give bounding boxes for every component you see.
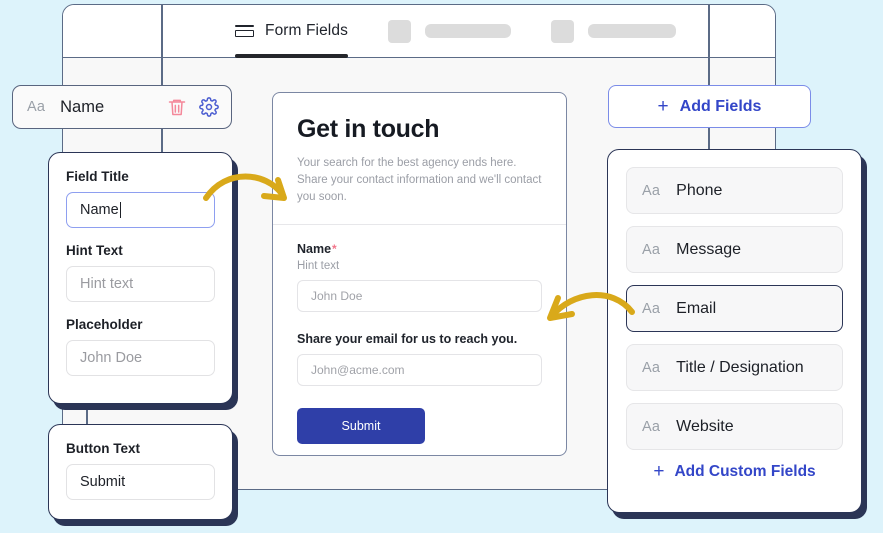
tab-active-underline bbox=[235, 54, 348, 58]
field-settings-panel: Field Title Name Hint Text Hint text Pla… bbox=[48, 152, 233, 404]
preview-email-label: Share your email for us to reach you. bbox=[297, 332, 518, 346]
button-text-input[interactable]: Submit bbox=[66, 464, 215, 500]
connector-line-addfields-top bbox=[708, 4, 710, 86]
field-option-message[interactable]: Aa Message bbox=[626, 226, 843, 273]
tab-placeholder-icon bbox=[550, 19, 574, 43]
tab-placeholder-1[interactable] bbox=[387, 5, 511, 57]
tab-placeholder-icon bbox=[387, 19, 411, 43]
preview-email-input[interactable]: John@acme.com bbox=[297, 354, 542, 386]
text-type-icon: Aa bbox=[642, 182, 661, 199]
text-type-icon: Aa bbox=[642, 300, 661, 317]
tab-placeholder-label bbox=[587, 24, 676, 38]
button-text-panel: Button Text Submit bbox=[48, 424, 233, 520]
field-title-value: Name bbox=[80, 202, 119, 218]
tab-form-fields[interactable]: Form Fields bbox=[235, 5, 348, 58]
form-description: Your search for the best agency ends her… bbox=[297, 157, 542, 203]
submit-button[interactable]: Submit bbox=[297, 408, 425, 444]
text-type-icon: Aa bbox=[642, 241, 661, 258]
form-title: Get in touch bbox=[297, 115, 440, 143]
text-type-icon: Aa bbox=[642, 359, 661, 376]
hint-text-label: Hint Text bbox=[66, 243, 123, 258]
field-option-title-designation[interactable]: Aa Title / Designation bbox=[626, 344, 843, 391]
add-fields-button[interactable]: + Add Fields bbox=[608, 85, 811, 128]
field-title-input[interactable]: Name bbox=[66, 192, 215, 228]
placeholder-placeholder: John Doe bbox=[80, 350, 143, 366]
form-field-chip-name[interactable]: Aa Name bbox=[12, 85, 232, 129]
preview-name-label: Name* bbox=[297, 242, 542, 256]
preview-name-placeholder: John Doe bbox=[311, 289, 363, 303]
required-asterisk: * bbox=[332, 242, 337, 256]
tab-placeholder-label bbox=[424, 24, 511, 38]
tab-form-fields-label: Form Fields bbox=[265, 22, 348, 39]
tab-placeholder-2[interactable] bbox=[550, 5, 676, 57]
hint-text-placeholder: Hint text bbox=[80, 276, 134, 292]
connector-line-chip-top bbox=[161, 4, 163, 88]
field-option-label: Phone bbox=[676, 181, 723, 199]
field-option-label: Title / Designation bbox=[676, 358, 804, 376]
field-title-label: Field Title bbox=[66, 169, 129, 184]
add-custom-fields-label: Add Custom Fields bbox=[674, 462, 816, 480]
gear-icon[interactable] bbox=[199, 97, 219, 117]
field-option-email[interactable]: Aa Email bbox=[626, 285, 843, 332]
placeholder-label: Placeholder bbox=[66, 317, 143, 332]
add-fields-label: Add Fields bbox=[679, 97, 762, 115]
preview-name-hint: Hint text bbox=[297, 260, 340, 272]
screenshot-root: Form Fields Aa Name Field Title Name Hin… bbox=[0, 0, 883, 533]
preview-email-placeholder: John@acme.com bbox=[311, 363, 405, 377]
field-option-label: Message bbox=[676, 240, 742, 258]
field-option-phone[interactable]: Aa Phone bbox=[626, 167, 843, 214]
tab-bar: Form Fields bbox=[235, 5, 676, 58]
field-option-label: Website bbox=[676, 417, 734, 435]
available-fields-panel: Aa Phone Aa Message Aa Email Aa Title / … bbox=[607, 149, 862, 513]
trash-icon[interactable] bbox=[167, 97, 187, 117]
plus-icon: + bbox=[653, 461, 665, 482]
text-type-icon: Aa bbox=[642, 418, 661, 435]
hint-text-input[interactable]: Hint text bbox=[66, 266, 215, 302]
connector-line-settings-button bbox=[86, 404, 88, 426]
connector-line-addfields-panel bbox=[708, 126, 710, 151]
form-field-chip-label: Name bbox=[60, 97, 105, 116]
field-option-website[interactable]: Aa Website bbox=[626, 403, 843, 450]
text-type-icon: Aa bbox=[27, 99, 46, 115]
field-option-label: Email bbox=[676, 299, 717, 317]
form-preview-body: Name* Hint text John Doe Share your emai… bbox=[273, 225, 566, 444]
plus-icon: + bbox=[657, 96, 669, 117]
form-icon bbox=[235, 23, 254, 39]
app-topbar: Form Fields bbox=[63, 5, 775, 58]
preview-name-input[interactable]: John Doe bbox=[297, 280, 542, 312]
button-text-value: Submit bbox=[80, 474, 126, 490]
add-custom-fields-button[interactable]: + Add Custom Fields bbox=[626, 462, 843, 481]
form-preview-header: Get in touch Your search for the best ag… bbox=[273, 93, 566, 225]
text-caret bbox=[119, 202, 121, 218]
form-preview-card: Get in touch Your search for the best ag… bbox=[272, 92, 567, 456]
preview-name-label-text: Name bbox=[297, 242, 332, 256]
connector-line-chip-settings bbox=[161, 128, 163, 154]
placeholder-input[interactable]: John Doe bbox=[66, 340, 215, 376]
button-text-label: Button Text bbox=[66, 441, 140, 456]
